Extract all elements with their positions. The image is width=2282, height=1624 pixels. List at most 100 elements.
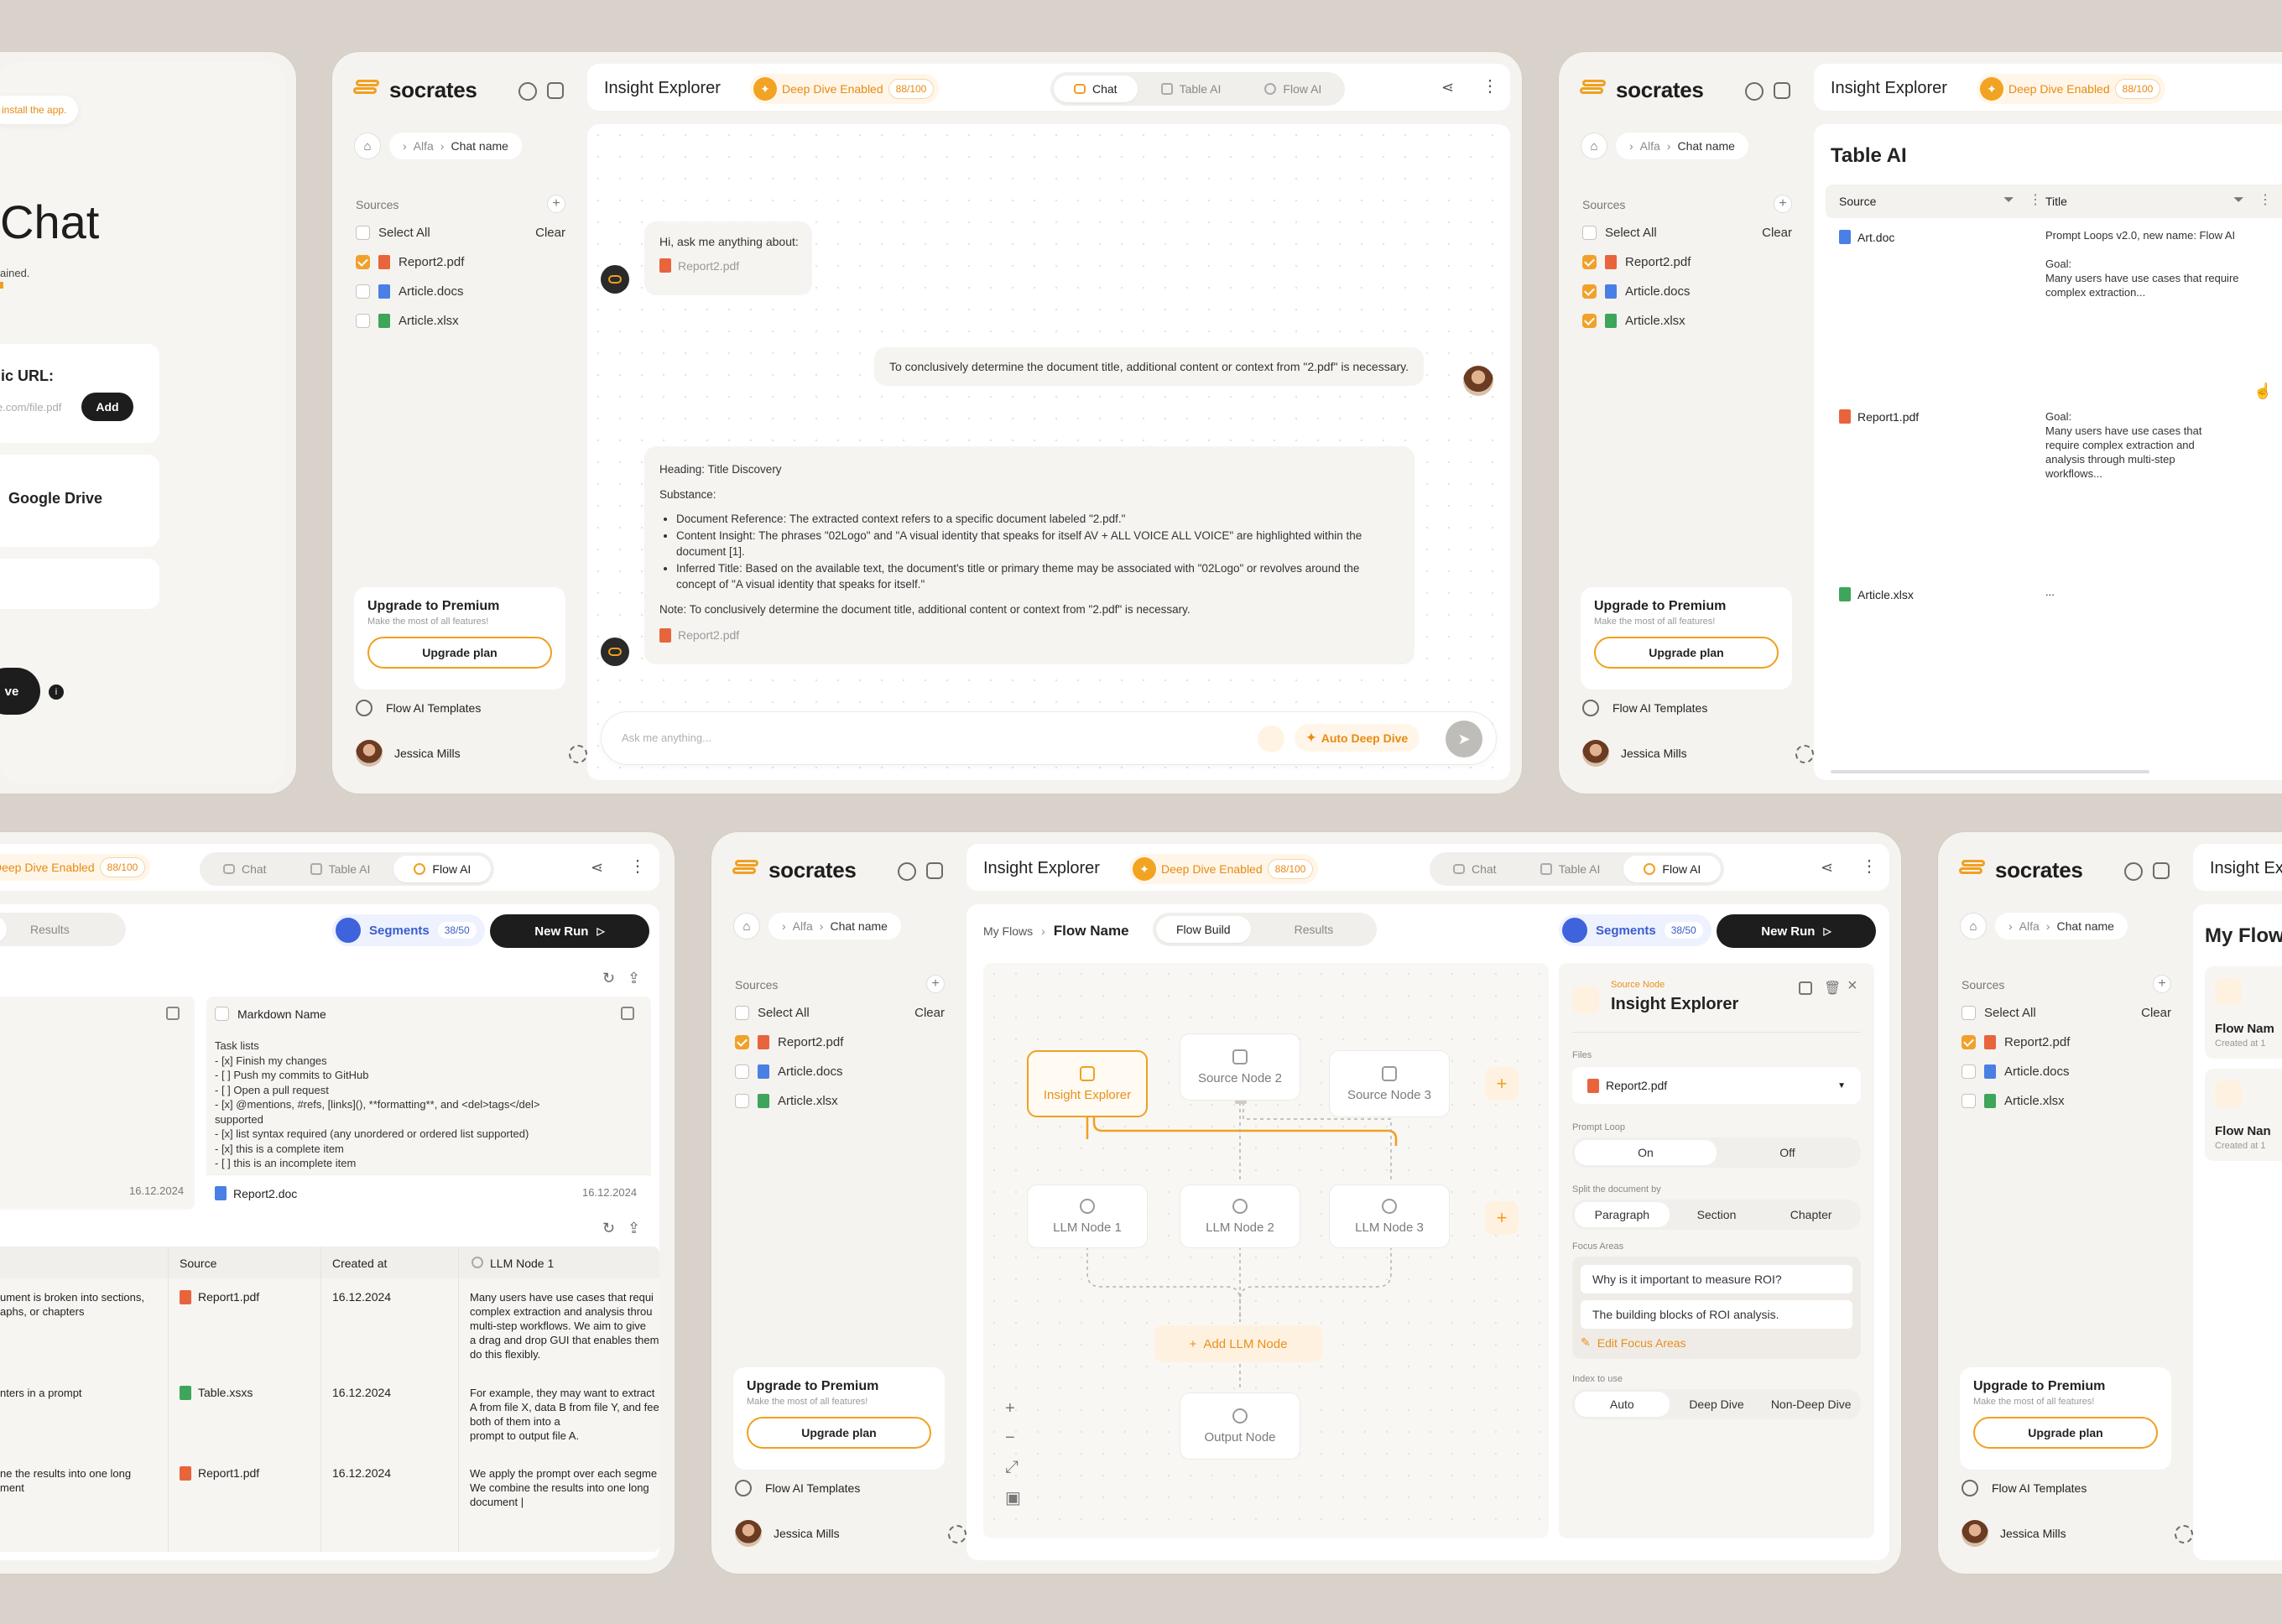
- home-icon[interactable]: ⌂: [1581, 133, 1607, 159]
- index-non-deep-dive[interactable]: Non-Deep Dive: [1764, 1392, 1858, 1417]
- collapse-sidebar-icon[interactable]: [547, 82, 564, 99]
- checkbox[interactable]: [735, 1094, 749, 1108]
- chat-input[interactable]: Ask me anything... ✦ Auto Deep Dive ➤: [601, 711, 1497, 765]
- breadcrumb-pill[interactable]: › Alfa › Chat name: [1995, 913, 2128, 940]
- checkbox[interactable]: [735, 1064, 749, 1079]
- tab-table-ai[interactable]: Table AI: [1141, 75, 1242, 102]
- filter-icon[interactable]: ⏷: [2003, 193, 2014, 208]
- clear-button[interactable]: Clear: [914, 1006, 945, 1020]
- tab-table-ai[interactable]: Table AI: [1520, 856, 1621, 882]
- tab-table-ai[interactable]: Table AI: [290, 856, 391, 882]
- split-chapter[interactable]: Chapter: [1764, 1202, 1858, 1227]
- source-item[interactable]: Report2.pdf: [1582, 247, 1792, 277]
- index-deep-dive[interactable]: Deep Dive: [1670, 1392, 1764, 1417]
- user-row[interactable]: Jessica Mills: [735, 1520, 840, 1547]
- share-icon[interactable]: ⋖: [591, 859, 603, 877]
- settings-gear-icon[interactable]: [948, 1525, 967, 1543]
- save-icon[interactable]: ▣: [1005, 1487, 1021, 1508]
- source-item[interactable]: Article.xlsx: [735, 1086, 945, 1116]
- add-button[interactable]: Add: [81, 393, 133, 421]
- user-row[interactable]: Jessica Mills: [1962, 1520, 2066, 1547]
- add-source-icon[interactable]: +: [547, 195, 565, 213]
- select-all-checkbox[interactable]: [1582, 226, 1597, 240]
- focus-area-item[interactable]: Why is it important to measure ROI?: [1581, 1265, 1852, 1293]
- loop-on[interactable]: On: [1575, 1140, 1717, 1165]
- trash-icon[interactable]: 🗑: [1824, 980, 1841, 997]
- search-icon[interactable]: [518, 82, 537, 101]
- refresh-icon[interactable]: ↻: [602, 1220, 615, 1237]
- more-icon[interactable]: ⋮: [629, 856, 646, 877]
- add-source-icon[interactable]: +: [926, 975, 945, 993]
- source-item[interactable]: Article.docs: [1962, 1057, 2171, 1086]
- files-select[interactable]: Report2.pdf ▼: [1572, 1067, 1861, 1104]
- doc-file[interactable]: Report2.doc: [215, 1186, 297, 1200]
- tab-chat[interactable]: Chat: [1433, 856, 1517, 882]
- url-input[interactable]: e.com/file.pdf: [0, 401, 61, 414]
- settings-gear-icon[interactable]: [569, 745, 588, 763]
- source-node-insight-explorer[interactable]: Insight Explorer: [1027, 1050, 1148, 1117]
- zoom-out-icon[interactable]: −: [1005, 1429, 1021, 1448]
- source-node-3[interactable]: Source Node 3: [1329, 1050, 1450, 1117]
- loop-off[interactable]: Off: [1717, 1140, 1858, 1165]
- source-item[interactable]: Article.docs: [1582, 277, 1792, 306]
- zoom-in-icon[interactable]: +: [1005, 1399, 1021, 1418]
- deep-dive-badge[interactable]: ✦ Deep Dive Enabled 88/100: [1977, 74, 2166, 104]
- new-run-button[interactable]: New Run ▷: [490, 914, 649, 948]
- more-icon[interactable]: ⋮: [2259, 191, 2272, 208]
- source-item[interactable]: Article.docs: [356, 277, 565, 306]
- flow-templates-link[interactable]: Flow AI Templates: [356, 700, 481, 716]
- info-icon[interactable]: i: [49, 684, 64, 700]
- copy-icon[interactable]: [1799, 981, 1812, 995]
- table-row[interactable]: Report1.pdf: [1839, 409, 1919, 424]
- tab-chat[interactable]: Chat: [203, 856, 287, 882]
- select-all-checkbox[interactable]: [1962, 1006, 1976, 1020]
- more-icon[interactable]: ⋮: [1861, 856, 1878, 877]
- checkbox[interactable]: [356, 314, 370, 328]
- horizontal-scrollbar[interactable]: [1831, 770, 2149, 773]
- llm-node-3[interactable]: LLM Node 3: [1329, 1184, 1450, 1248]
- refresh-icon[interactable]: ↻: [602, 970, 615, 987]
- tab-results[interactable]: Results: [10, 916, 90, 943]
- deep-dive-badge[interactable]: Deep Dive Enabled 88/100: [0, 854, 151, 881]
- checkbox[interactable]: [356, 284, 370, 299]
- tab-flow-build[interactable]: Flow Build: [1156, 916, 1251, 943]
- document-icon[interactable]: [1258, 726, 1284, 752]
- tab-results[interactable]: Results: [1254, 916, 1374, 943]
- tab-flow-ai[interactable]: Flow AI: [393, 856, 492, 882]
- table-row[interactable]: Article.xlsx: [1839, 587, 1914, 601]
- checkbox[interactable]: [1962, 1094, 1976, 1108]
- copy-icon[interactable]: [621, 1007, 634, 1020]
- settings-gear-icon[interactable]: [2175, 1525, 2194, 1543]
- flow-card[interactable]: Flow Nam Created at 1: [2205, 966, 2282, 1059]
- settings-gear-icon[interactable]: [1795, 745, 1815, 763]
- checkbox[interactable]: [1582, 284, 1597, 299]
- segments-badge[interactable]: Segments 38/50: [1559, 914, 1712, 946]
- search-icon[interactable]: [1745, 82, 1764, 101]
- upgrade-plan-button[interactable]: Upgrade plan: [1594, 637, 1779, 669]
- auto-deep-dive-button[interactable]: ✦ Auto Deep Dive: [1295, 724, 1420, 752]
- output-node[interactable]: Output Node: [1180, 1392, 1300, 1460]
- collapse-sidebar-icon[interactable]: [1774, 82, 1790, 99]
- add-source-node-button[interactable]: +: [1485, 1067, 1519, 1101]
- add-source-icon[interactable]: +: [2153, 975, 2171, 993]
- home-icon[interactable]: ⌂: [354, 133, 381, 159]
- collapse-sidebar-icon[interactable]: [2153, 862, 2170, 879]
- crumb-my-flows[interactable]: My Flows: [983, 924, 1033, 938]
- checkbox[interactable]: [215, 1007, 229, 1021]
- export-icon[interactable]: ⇪: [628, 970, 640, 987]
- copy-icon[interactable]: [166, 1007, 180, 1020]
- source-item[interactable]: Article.docs: [735, 1057, 945, 1086]
- index-auto[interactable]: Auto: [1575, 1392, 1670, 1417]
- source-item[interactable]: Article.xlsx: [356, 306, 565, 336]
- segments-badge[interactable]: Segments 38/50: [332, 914, 485, 946]
- add-llm-node-button[interactable]: + Add LLM Node: [1154, 1325, 1322, 1362]
- tab-flow-ai[interactable]: Flow AI: [1623, 856, 1722, 882]
- table-cell[interactable]: Report1.pdf: [180, 1466, 259, 1481]
- flow-canvas[interactable]: Insight Explorer Source Node 2 Source No…: [983, 963, 1549, 1538]
- export-icon[interactable]: ⇪: [628, 1220, 640, 1237]
- add-llm-column-button[interactable]: +: [1485, 1201, 1519, 1235]
- tab-flow-build[interactable]: ild: [0, 916, 8, 943]
- send-icon[interactable]: ➤: [1446, 721, 1482, 757]
- share-icon[interactable]: ⋖: [1821, 859, 1833, 877]
- table-cell[interactable]: Report1.pdf: [180, 1290, 259, 1304]
